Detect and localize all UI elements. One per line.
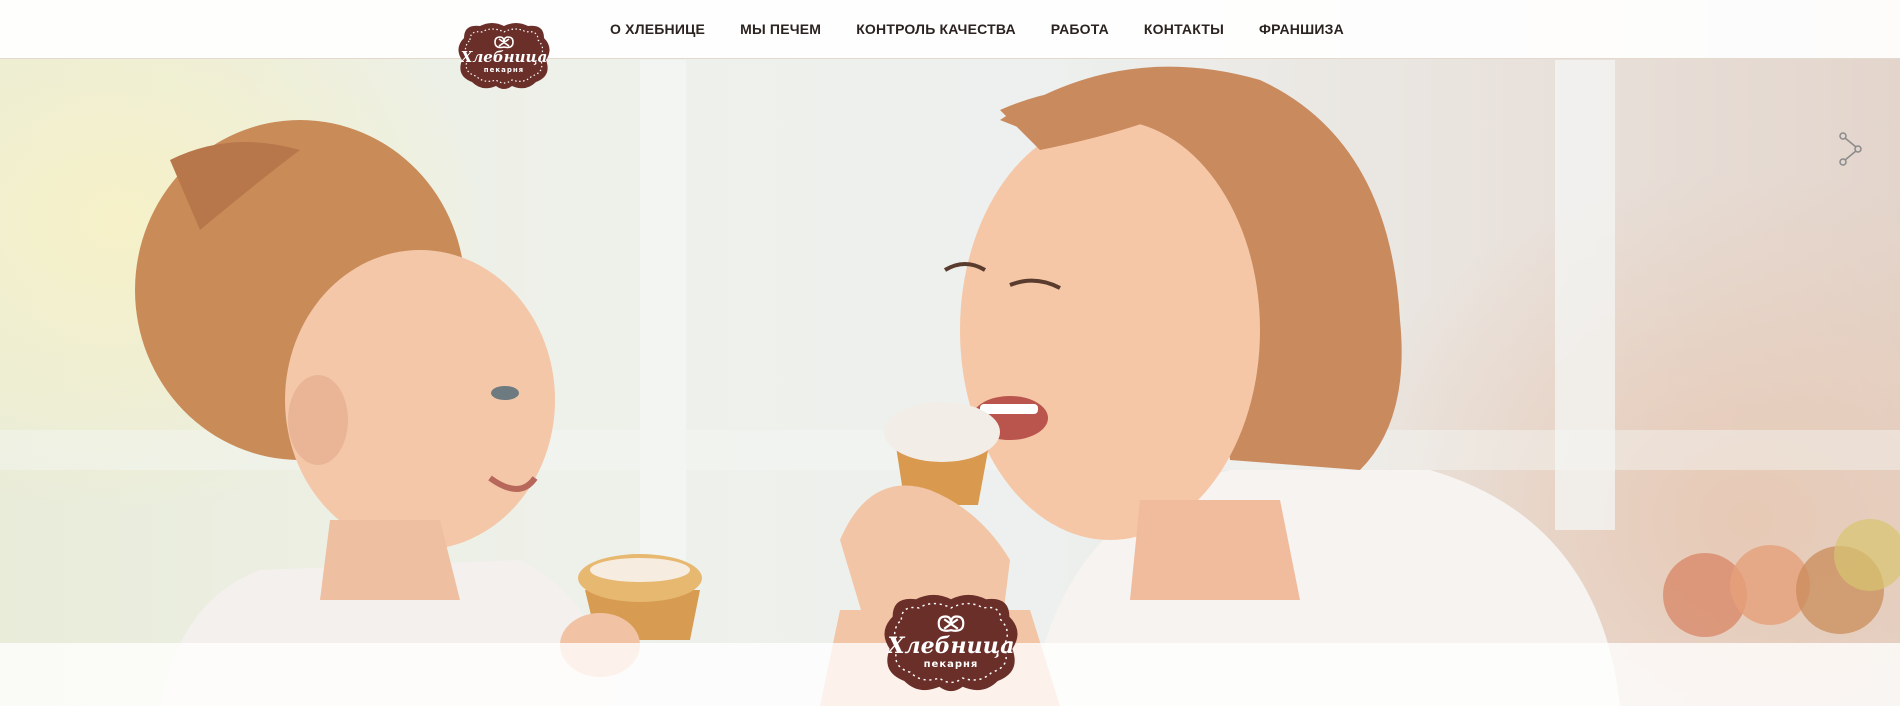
pretzel-icon bbox=[937, 614, 965, 632]
logo-subtitle: пекарня bbox=[923, 658, 979, 670]
logo-name: Хлебница bbox=[460, 48, 548, 66]
share-icon[interactable] bbox=[1838, 132, 1864, 166]
nav-item-quality-control[interactable]: КОНТРОЛЬ КАЧЕСТВА bbox=[856, 21, 1016, 37]
hero-logo[interactable]: Хлебница пекарня bbox=[878, 590, 1024, 696]
nav-item-contacts[interactable]: КОНТАКТЫ bbox=[1144, 21, 1224, 37]
nav-item-we-bake[interactable]: МЫ ПЕЧЕМ bbox=[740, 21, 821, 37]
top-nav-bar: О ХЛЕБНИЦЕ МЫ ПЕЧЕМ КОНТРОЛЬ КАЧЕСТВА РА… bbox=[0, 0, 1900, 59]
logo-subtitle: пекарня bbox=[483, 66, 525, 74]
nav-item-jobs[interactable]: РАБОТА bbox=[1051, 21, 1109, 37]
header-logo[interactable]: Хлебница пекарня bbox=[454, 20, 554, 92]
nav-item-franchise[interactable]: ФРАНШИЗА bbox=[1259, 21, 1344, 37]
main-nav: О ХЛЕБНИЦЕ МЫ ПЕЧЕМ КОНТРОЛЬ КАЧЕСТВА РА… bbox=[610, 0, 1344, 58]
nav-item-about[interactable]: О ХЛЕБНИЦЕ bbox=[610, 21, 705, 37]
pretzel-icon bbox=[494, 36, 514, 49]
logo-name: Хлебница bbox=[887, 632, 1015, 659]
